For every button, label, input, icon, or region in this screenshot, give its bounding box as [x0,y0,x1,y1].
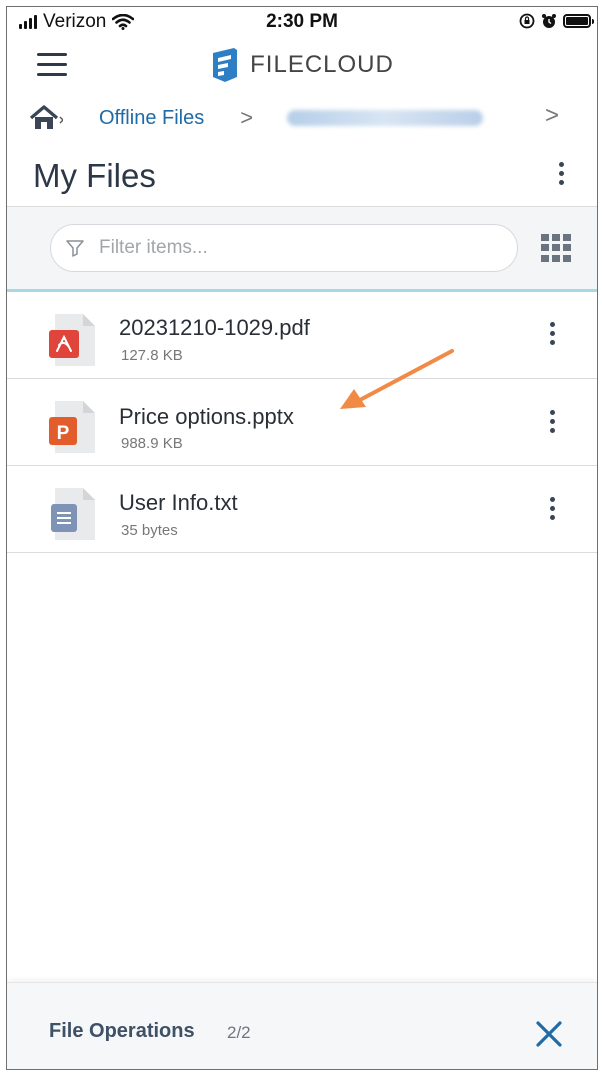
file-size: 988.9 KB [121,435,183,452]
file-options-button[interactable] [547,322,557,345]
file-operations-count: 2/2 [227,1023,251,1042]
app-frame: Verizon 2:30 PM FILECLOUD Offline Files … [6,6,598,1070]
logo-text: FILECLOUD [250,51,394,78]
annotation-arrow-icon [340,349,454,409]
home-icon[interactable] [29,105,63,131]
breadcrumb: Offline Files > > [29,102,577,133]
page-title: My Files [33,157,156,194]
filter-icon [66,240,84,257]
page-options-button[interactable] [556,162,566,185]
filter-bar [7,206,597,292]
file-row-txt[interactable]: User Info.txt 35 bytes [7,466,597,553]
file-operations-panel[interactable]: File Operations 2/2 [7,982,597,1069]
grid-view-button[interactable] [541,234,573,262]
filecloud-logo-icon [213,48,238,82]
status-bar: Verizon 2:30 PM [7,7,597,39]
file-size: 35 bytes [121,522,178,539]
rotation-lock-icon [519,13,535,29]
file-name: User Info.txt [119,490,238,515]
breadcrumb-next-chevron[interactable]: > [545,102,559,130]
breadcrumb-separator: > [240,105,254,130]
filecloud-logo: FILECLOUD [7,47,597,83]
battery-icon [563,14,594,28]
file-name: Price options.pptx [119,404,294,429]
filter-input-wrapper[interactable] [50,224,518,272]
breadcrumb-offline-files[interactable]: Offline Files [99,107,204,130]
pptx-icon-letter: P [57,423,70,444]
filter-input[interactable] [97,236,481,260]
file-operations-title: File Operations [49,1020,195,1042]
pptx-file-icon: P [49,401,95,453]
text-file-icon [51,488,95,540]
file-options-button[interactable] [547,497,557,520]
pdf-file-icon [49,314,95,366]
alarm-icon [542,14,556,28]
file-options-button[interactable] [547,410,557,433]
file-name: 20231210-1029.pdf [119,315,310,340]
breadcrumb-blurred-path[interactable] [287,110,484,126]
file-size: 127.8 KB [121,347,183,364]
status-time: 2:30 PM [266,11,338,32]
file-row-pptx[interactable]: P Price options.pptx 988.9 KB [7,379,597,466]
close-icon[interactable] [535,1020,563,1048]
file-row-pdf[interactable]: 20231210-1029.pdf 127.8 KB [7,292,597,379]
status-right [519,13,594,29]
